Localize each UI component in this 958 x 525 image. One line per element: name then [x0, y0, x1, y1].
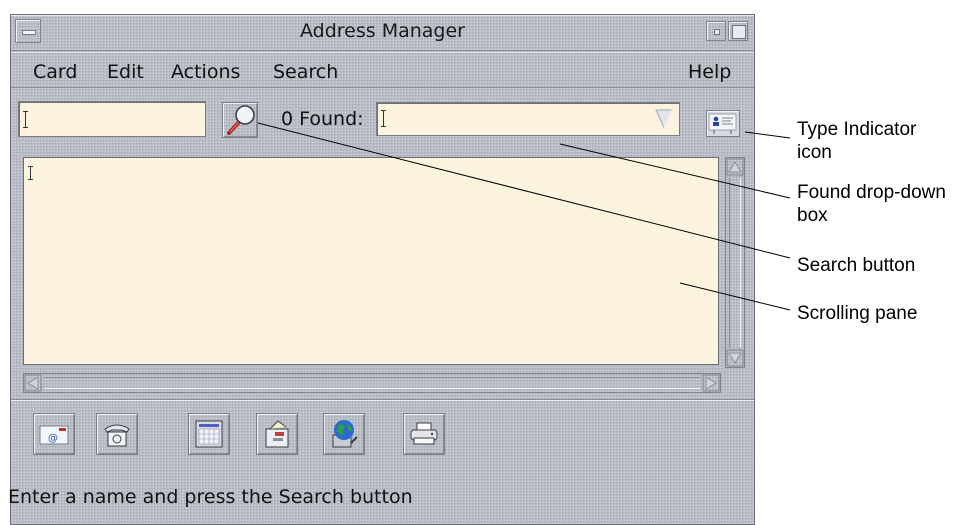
- leader-type-indicator: [744, 131, 791, 139]
- leader-search-button: [257, 122, 791, 259]
- leader-scrolling-pane: [679, 282, 791, 311]
- callout-leader-lines: [257, 122, 791, 311]
- leader-found-dropdown: [559, 143, 791, 199]
